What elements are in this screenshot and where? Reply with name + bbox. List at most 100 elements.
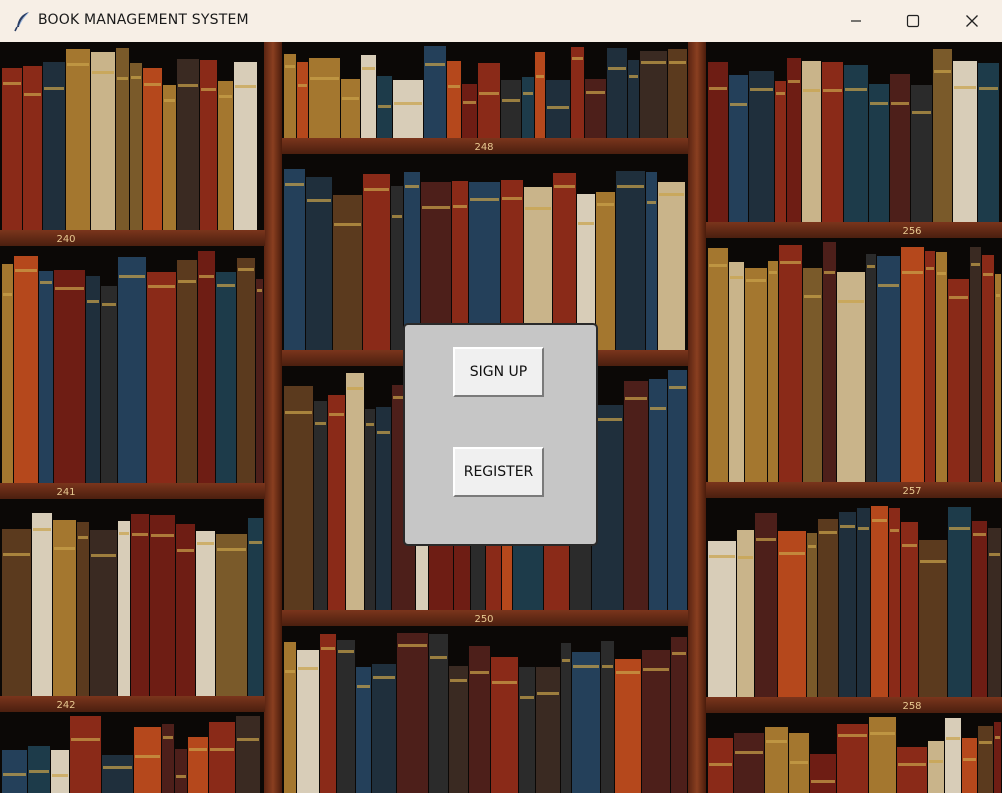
window-title: BOOK MANAGEMENT SYSTEM	[38, 12, 249, 28]
book-spine-band	[870, 732, 895, 735]
book-spine	[91, 52, 115, 230]
book-spine	[615, 659, 641, 793]
book-spine-band	[709, 763, 732, 766]
book-spine-band	[15, 269, 37, 272]
book-spine-band	[135, 755, 160, 758]
book-spine	[561, 643, 571, 793]
book-spine-band	[536, 75, 544, 78]
book-spine	[948, 507, 971, 697]
book-spine	[708, 62, 728, 222]
book-spine-band	[44, 87, 64, 90]
book-spine-band	[373, 676, 395, 679]
book-spine	[775, 81, 786, 222]
book-spine	[765, 727, 788, 793]
title-bar[interactable]: BOOK MANAGEMENT SYSTEM	[0, 0, 1002, 43]
book-spine	[978, 726, 993, 793]
book-spine	[306, 177, 332, 350]
shelf-label: 250	[474, 614, 493, 625]
book-spine	[365, 409, 375, 610]
book-spine-band	[257, 289, 262, 292]
book-spine	[163, 85, 176, 230]
book-spine	[945, 718, 961, 793]
book-spine	[729, 262, 744, 482]
book-spine-band	[201, 88, 216, 91]
book-spine-band	[650, 407, 666, 410]
book-spine	[768, 261, 778, 482]
book-spine	[501, 80, 521, 138]
book-spine	[391, 186, 403, 350]
book-spine	[572, 652, 600, 793]
book-spine-band	[641, 61, 666, 64]
book-spine-band	[979, 741, 992, 744]
book-spine-band	[453, 205, 467, 208]
book-spine-band	[177, 549, 194, 552]
book-spine-band	[238, 268, 254, 271]
book-spine-band	[163, 736, 173, 739]
book-spine	[646, 172, 657, 350]
sign-up-button[interactable]: SIGN UP	[453, 347, 544, 397]
book-spine-band	[819, 531, 837, 534]
book-spine	[346, 373, 364, 610]
book-spine-band	[235, 85, 256, 88]
maximize-button[interactable]	[885, 0, 941, 42]
book-spine-band	[838, 734, 867, 737]
book-spine	[309, 58, 340, 138]
book-spine	[628, 60, 639, 138]
book-spine-band	[659, 193, 684, 196]
book-spine	[919, 540, 947, 697]
book-spine	[397, 633, 428, 793]
book-spine	[822, 62, 843, 222]
book-spine-band	[823, 89, 842, 92]
book-spine	[749, 71, 774, 222]
book-spine-band	[92, 71, 114, 74]
book-spine	[640, 51, 667, 138]
book-spine	[218, 81, 233, 230]
minimize-button[interactable]	[828, 0, 884, 42]
book-spine	[209, 722, 235, 793]
close-button[interactable]	[944, 0, 1000, 42]
book-spine-band	[629, 75, 638, 78]
book-spine	[216, 534, 247, 696]
book-spine	[601, 641, 614, 793]
shelf-label: 256	[902, 226, 921, 237]
book-spine-band	[840, 525, 855, 528]
book-spine	[708, 248, 728, 482]
book-spine	[188, 737, 208, 793]
book-spine	[86, 276, 100, 483]
book-spine	[70, 716, 101, 793]
book-spine-band	[912, 111, 931, 114]
book-spine-band	[342, 97, 359, 100]
book-spine	[936, 252, 947, 482]
book-spine	[297, 62, 308, 138]
book-spine-band	[54, 547, 75, 550]
book-spine	[519, 667, 535, 793]
book-spine-band	[3, 773, 26, 776]
book-spine	[624, 381, 648, 610]
book-spine-band	[298, 667, 318, 670]
book-spine-band	[578, 222, 594, 225]
book-spine	[933, 49, 952, 222]
book-spine	[200, 60, 217, 230]
book-spine-band	[151, 534, 174, 537]
book-spine-band	[217, 548, 246, 551]
book-spine-band	[237, 738, 259, 741]
book-spine	[737, 530, 754, 697]
book-spine-band	[523, 92, 533, 95]
book-spine-band	[926, 267, 934, 270]
book-spine-band	[87, 300, 99, 303]
book-spine-band	[249, 541, 262, 544]
book-spine-band	[492, 681, 517, 684]
book-spine-band	[858, 527, 869, 530]
book-spine	[901, 247, 924, 482]
book-spine	[839, 512, 856, 697]
book-spine	[729, 75, 748, 222]
book-spine	[708, 541, 736, 697]
book-spine	[143, 68, 162, 230]
book-spine-band	[954, 86, 976, 89]
book-spine	[745, 268, 767, 482]
register-button[interactable]: REGISTER	[453, 447, 544, 497]
book-spine-band	[398, 644, 427, 647]
book-spine-band	[502, 197, 522, 200]
book-spine-band	[979, 87, 998, 90]
book-spine-band	[597, 203, 614, 206]
